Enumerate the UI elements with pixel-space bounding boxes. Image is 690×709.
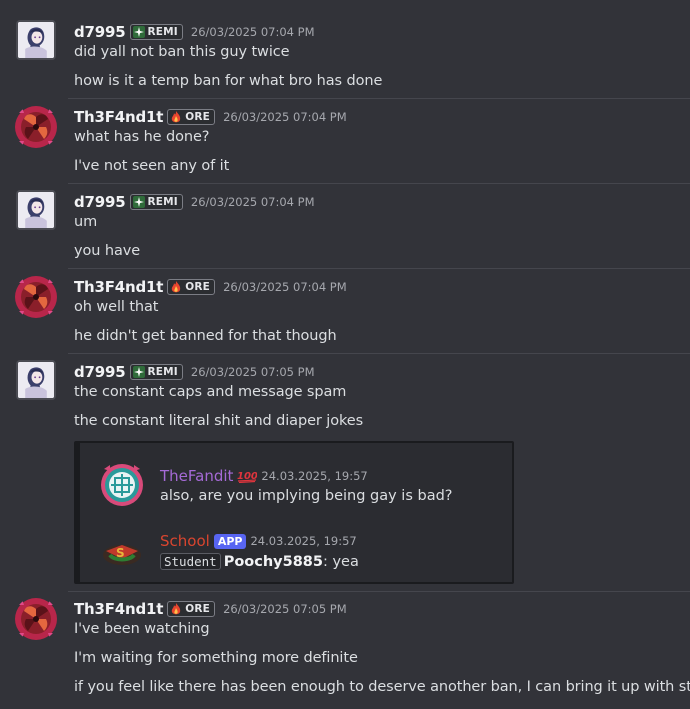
school-bot-avatar-icon: S xyxy=(103,545,141,565)
username[interactable]: Th3F4nd1t xyxy=(74,278,163,296)
message-text: I've been watching xyxy=(74,621,210,637)
quote-header: School APP 24.03.2025, 19:57 xyxy=(160,532,357,550)
mention: Poochy5885 xyxy=(223,554,323,570)
message-header: Th3F4nd1t ORE 26/03/2025 07:05 PM xyxy=(74,599,347,619)
username[interactable]: Th3F4nd1t xyxy=(74,600,163,618)
sparkle-icon xyxy=(132,366,145,378)
message-text: you have xyxy=(74,243,141,259)
username[interactable]: Th3F4nd1t xyxy=(74,108,163,126)
message-text: also, are you implying being gay is bad? xyxy=(160,488,453,504)
message-header: Th3F4nd1t ORE 26/03/2025 07:04 PM xyxy=(74,107,347,127)
avatar[interactable] xyxy=(16,190,56,230)
avatar: S xyxy=(100,531,144,575)
reply-text: yea xyxy=(332,554,359,570)
guild-tag[interactable]: ORE xyxy=(167,279,216,295)
message-text: what has he done? xyxy=(74,129,210,145)
message-divider xyxy=(68,591,690,592)
username: TheFandit xyxy=(160,467,234,485)
svg-text:S: S xyxy=(116,546,125,560)
timestamp: 26/03/2025 07:04 PM xyxy=(223,110,347,124)
chinese-knot-avatar-icon xyxy=(101,464,143,506)
timestamp: 24.03.2025, 19:57 xyxy=(250,534,357,548)
guild-tag-label: ORE xyxy=(185,111,211,123)
username[interactable]: d7995 xyxy=(74,193,126,211)
message-text: Student Poochy5885: yea xyxy=(160,553,359,570)
sparkle-icon xyxy=(132,26,145,38)
guild-tag-label: ORE xyxy=(185,603,211,615)
avatar[interactable] xyxy=(14,105,58,149)
message-header: Th3F4nd1t ORE 26/03/2025 07:04 PM xyxy=(74,277,347,297)
flame-icon xyxy=(170,603,182,615)
message-divider xyxy=(68,353,690,354)
avatar[interactable] xyxy=(14,275,58,319)
guild-tag-label: REMI xyxy=(147,26,178,38)
guild-tag[interactable]: REMI xyxy=(129,364,183,380)
avatar[interactable] xyxy=(16,360,56,400)
hundred-icon: 100 xyxy=(237,469,257,483)
image-attachment[interactable]: TheFandit 100 24.03.2025, 19:57 also, ar… xyxy=(74,441,514,584)
guild-tag[interactable]: ORE xyxy=(167,109,216,125)
timestamp: 26/03/2025 07:04 PM xyxy=(190,195,315,209)
message-text: he didn't get banned for that though xyxy=(74,328,337,344)
username[interactable]: d7995 xyxy=(74,363,126,381)
message-text: I've not seen any of it xyxy=(74,158,230,174)
avatar[interactable] xyxy=(14,597,58,641)
guild-tag-label: REMI xyxy=(147,366,178,378)
app-badge: APP xyxy=(213,533,247,549)
sparkle-icon xyxy=(132,196,145,208)
message-text: um xyxy=(74,214,98,230)
guild-tag-label: REMI xyxy=(147,196,178,208)
message-header: d7995 REMI 26/03/2025 07:05 PM xyxy=(74,362,315,382)
message-text: the constant literal shit and diaper jok… xyxy=(74,413,364,429)
flame-icon xyxy=(170,111,182,123)
message-divider xyxy=(68,98,690,99)
message-text: the constant caps and message spam xyxy=(74,384,347,400)
message-text: oh well that xyxy=(74,299,159,315)
username[interactable]: d7995 xyxy=(74,23,126,41)
guild-tag[interactable]: REMI xyxy=(129,194,183,210)
timestamp: 26/03/2025 07:05 PM xyxy=(223,602,347,616)
avatar[interactable] xyxy=(16,20,56,60)
message-text: how is it a temp ban for what bro has do… xyxy=(74,73,383,89)
message-divider xyxy=(68,268,690,269)
message-text: I'm waiting for something more definite xyxy=(74,650,358,666)
timestamp: 26/03/2025 07:04 PM xyxy=(223,280,347,294)
timestamp: 24.03.2025, 19:57 xyxy=(261,469,368,483)
quote-header: TheFandit 100 24.03.2025, 19:57 xyxy=(160,467,368,485)
message-header: d7995 REMI 26/03/2025 07:04 PM xyxy=(74,192,315,212)
avatar xyxy=(100,463,144,507)
timestamp: 26/03/2025 07:05 PM xyxy=(190,365,315,379)
message-text: if you feel like there has been enough t… xyxy=(74,679,690,695)
flame-icon xyxy=(170,281,182,293)
username: School xyxy=(160,532,210,550)
guild-tag[interactable]: REMI xyxy=(129,24,183,40)
role-chip: Student xyxy=(160,553,221,570)
message-divider xyxy=(68,183,690,184)
guild-tag[interactable]: ORE xyxy=(167,601,216,617)
timestamp: 26/03/2025 07:04 PM xyxy=(190,25,315,39)
message-text: did yall not ban this guy twice xyxy=(74,44,290,60)
message-header: d7995 REMI 26/03/2025 07:04 PM xyxy=(74,22,315,42)
separator: : xyxy=(322,554,328,570)
guild-tag-label: ORE xyxy=(185,281,211,293)
